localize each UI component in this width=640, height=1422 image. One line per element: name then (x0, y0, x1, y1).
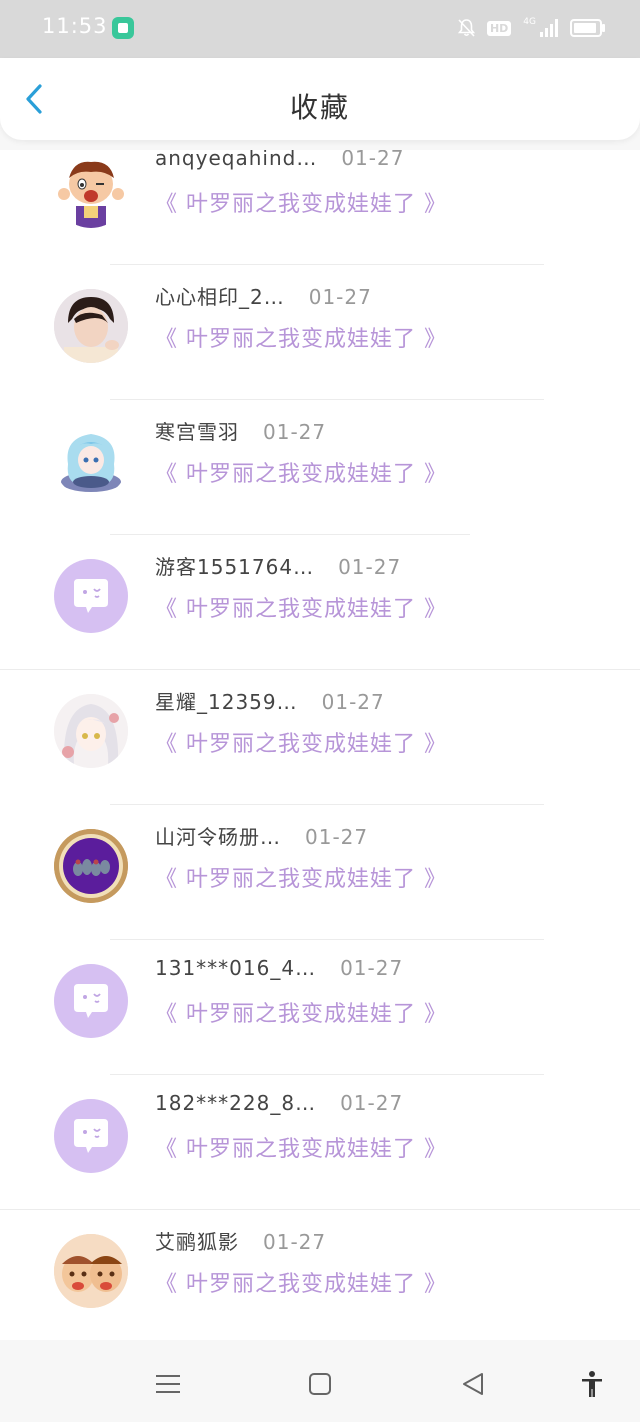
anime-white-avatar (54, 694, 128, 768)
item-book-title[interactable]: 《 叶罗丽之我变成娃娃了 》 (155, 321, 447, 353)
item-book-title[interactable]: 《 叶罗丽之我变成娃娃了 》 (155, 456, 447, 488)
list-item[interactable]: anqyeqahind… 01-27 《 叶罗丽之我变成娃娃了 》 (0, 150, 640, 265)
item-username: 心心相印_2… 01-27 (155, 285, 372, 309)
signal-icon (540, 19, 558, 37)
battery-icon (570, 19, 605, 37)
list-item[interactable]: 艾鹂狐影 01-27 《 叶罗丽之我变成娃娃了 》 (0, 1210, 640, 1340)
item-book-title[interactable]: 《 叶罗丽之我变成娃娃了 》 (155, 186, 447, 218)
item-date: 01-27 (263, 1230, 327, 1254)
network-type: 4G (523, 17, 536, 27)
item-date: 01-27 (338, 555, 402, 579)
status-time: 11:53 (42, 14, 108, 38)
item-username: anqyeqahind… 01-27 (155, 150, 404, 170)
home-square-icon (309, 1373, 331, 1395)
default-chat-avatar (74, 984, 108, 1018)
list-item[interactable]: 寒宫雪羽 01-27 《 叶罗丽之我变成娃娃了 》 (0, 400, 640, 535)
item-username: 星耀_12359… 01-27 (155, 690, 385, 714)
app-notification-icon (112, 17, 134, 39)
status-bar: 11:53 HD 4G (0, 0, 640, 58)
avatar (54, 694, 128, 768)
anime-blue-avatar (61, 434, 121, 492)
list-item[interactable]: 游客1551764… 01-27 《 叶罗丽之我变成娃娃了 》 (0, 535, 640, 670)
cartoon-boy-avatar (58, 161, 124, 228)
avatar (54, 1234, 128, 1308)
mute-bell-icon (457, 19, 476, 37)
back-nav-button[interactable] (460, 1370, 488, 1398)
avatar (54, 829, 128, 903)
app-header: 收藏 (0, 58, 640, 140)
avatar (54, 559, 128, 633)
item-book-title[interactable]: 《 叶罗丽之我变成娃娃了 》 (155, 996, 447, 1028)
list-item[interactable]: 心心相印_2… 01-27 《 叶罗丽之我变成娃娃了 》 (0, 265, 640, 400)
item-username: 182***228_8… 01-27 (155, 1091, 404, 1115)
avatar (54, 289, 128, 363)
home-button[interactable] (306, 1370, 334, 1398)
item-date: 01-27 (263, 420, 327, 444)
menu-button[interactable] (154, 1370, 182, 1398)
item-username: 游客1551764… 01-27 (155, 555, 402, 579)
item-username: 艾鹂狐影 01-27 (155, 1230, 327, 1254)
item-book-title[interactable]: 《 叶罗丽之我变成娃娃了 》 (155, 861, 447, 893)
photo-portrait-avatar (54, 289, 128, 363)
item-date: 01-27 (308, 285, 372, 309)
item-book-title[interactable]: 《 叶罗丽之我变成娃娃了 》 (155, 1131, 447, 1163)
avatar (54, 964, 128, 1038)
default-chat-avatar (74, 1119, 108, 1153)
menu-icon (156, 1375, 180, 1393)
avatar (54, 1099, 128, 1173)
item-date: 01-27 (340, 956, 404, 980)
cartoon-faces-avatar (54, 1234, 128, 1308)
page-title: 收藏 (289, 91, 350, 124)
list-item[interactable]: 山河令砀册… 01-27 《 叶罗丽之我变成娃娃了 》 (0, 805, 640, 940)
accessibility-icon (582, 1371, 602, 1397)
item-date: 01-27 (321, 690, 385, 714)
item-date: 01-27 (341, 150, 405, 170)
hd-badge: HD (486, 20, 512, 36)
item-username: 山河令砀册… 01-27 (155, 825, 369, 849)
list-item[interactable]: 182***228_8… 01-27 《 叶罗丽之我变成娃娃了 》 (0, 1075, 640, 1210)
favorites-list[interactable]: anqyeqahind… 01-27 《 叶罗丽之我变成娃娃了 》 心心相印_2…… (0, 150, 640, 1340)
list-item[interactable]: 星耀_12359… 01-27 《 叶罗丽之我变成娃娃了 》 (0, 670, 640, 805)
list-item[interactable]: 131***016_4… 01-27 《 叶罗丽之我变成娃娃了 》 (0, 940, 640, 1075)
back-triangle-icon (463, 1373, 483, 1395)
item-book-title[interactable]: 《 叶罗丽之我变成娃娃了 》 (155, 726, 447, 758)
item-date: 01-27 (340, 1091, 404, 1115)
item-username: 寒宫雪羽 01-27 (155, 420, 327, 444)
status-icons: HD 4G (457, 15, 605, 41)
item-date: 01-27 (305, 825, 369, 849)
accessibility-button[interactable] (578, 1370, 606, 1398)
item-username: 131***016_4… 01-27 (155, 956, 404, 980)
badge-purple-avatar (54, 829, 128, 903)
avatar (54, 424, 128, 498)
avatar (54, 154, 128, 228)
item-book-title[interactable]: 《 叶罗丽之我变成娃娃了 》 (155, 1266, 447, 1298)
default-chat-avatar (74, 579, 108, 613)
system-nav-bar (0, 1340, 640, 1422)
item-book-title[interactable]: 《 叶罗丽之我变成娃娃了 》 (155, 591, 447, 623)
